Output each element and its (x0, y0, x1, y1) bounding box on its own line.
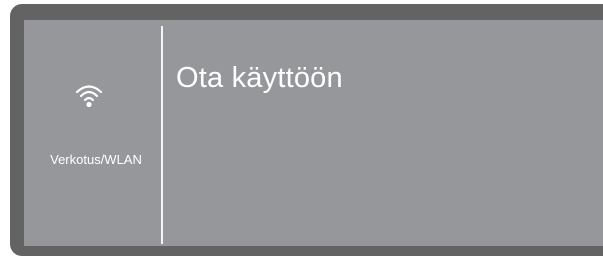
wifi-icon (75, 85, 103, 108)
sidebar-menu-item[interactable]: Verkotus/WLAN (24, 20, 161, 246)
display-screen: Verkotus/WLAN Ota käyttöön (24, 20, 603, 246)
sidebar-label: Verkotus/WLAN (50, 152, 142, 167)
divider (161, 26, 163, 244)
enable-option[interactable]: Ota käyttöön (176, 62, 343, 95)
